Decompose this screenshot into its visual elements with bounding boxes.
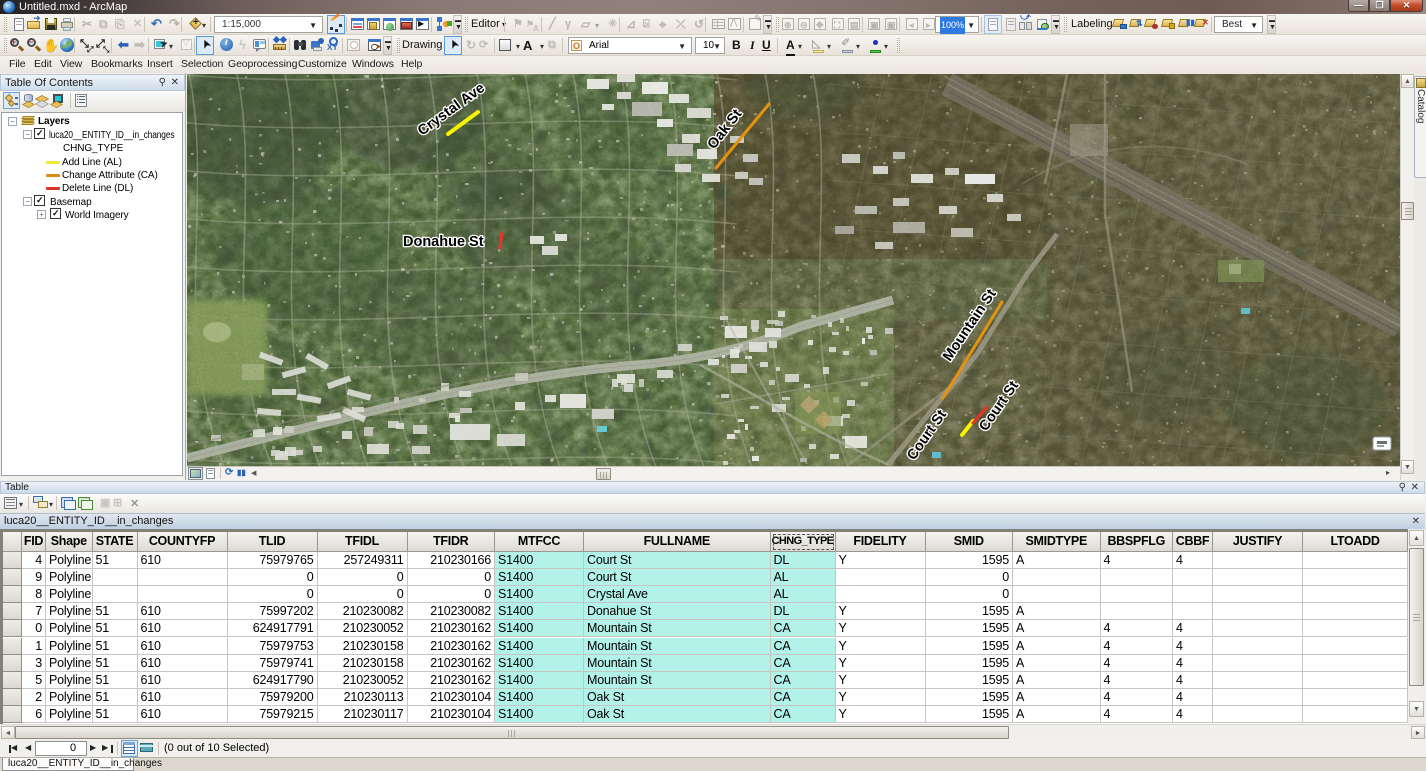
svg-text:Donahue St: Donahue St: [403, 234, 484, 250]
